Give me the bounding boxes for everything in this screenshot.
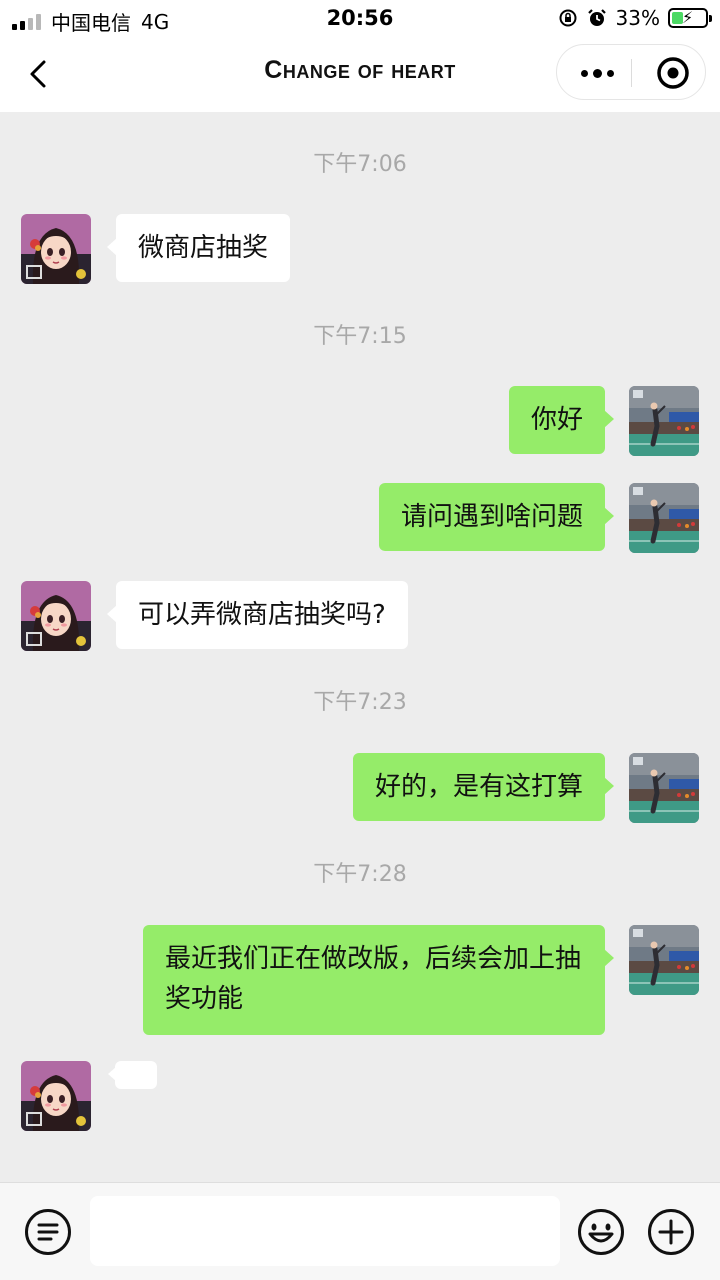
add-circle-icon[interactable] <box>647 1208 695 1256</box>
status-bar: 中国电信 4G 20:56 33% ⚡ <box>0 0 720 36</box>
nav-bar: Change of heart <box>0 36 720 112</box>
battery-level <box>672 12 683 24</box>
girl-avatar-icon <box>21 214 91 284</box>
message-bubble-incoming[interactable] <box>108 1061 157 1089</box>
girl-avatar-icon <box>21 581 91 651</box>
timestamp: 下午7:06 <box>313 152 407 177</box>
status-right: 33% ⚡ <box>558 6 712 30</box>
message-bubble-incoming[interactable]: 微商店抽奖 <box>106 214 291 282</box>
battery-percent: 33% <box>615 6 660 30</box>
alarm-icon <box>587 9 606 26</box>
contact-avatar[interactable] <box>21 1061 91 1131</box>
timestamp: 下午7:23 <box>313 690 407 715</box>
girl-avatar-icon <box>21 1061 91 1131</box>
message-bubble-outgoing[interactable]: 好的，是有这打算 <box>352 753 615 821</box>
self-avatar[interactable] <box>629 925 699 995</box>
rotation-lock-icon <box>559 9 577 27</box>
timestamp: 下午7:15 <box>313 324 407 349</box>
message-bubble-outgoing[interactable]: 你好 <box>508 386 615 454</box>
contact-avatar[interactable] <box>21 581 91 651</box>
badminton-photo-icon <box>629 386 699 456</box>
charging-bolt-icon: ⚡ <box>682 8 694 27</box>
self-avatar[interactable] <box>629 386 699 456</box>
mini-program-capsule <box>556 44 706 100</box>
emoji-icon[interactable] <box>577 1208 625 1256</box>
chat-area[interactable]: 下午7:06 微商店抽奖 下午7:15 你好 请问遇到啥问题 可以弄微商店抽奖吗… <box>0 112 720 1182</box>
input-bar <box>0 1182 720 1280</box>
capsule-divider <box>631 59 632 87</box>
badminton-photo-icon <box>629 753 699 823</box>
message-bubble-outgoing[interactable]: 请问遇到啥问题 <box>378 483 615 551</box>
more-dots-icon[interactable] <box>567 45 627 101</box>
target-close-icon[interactable] <box>655 55 691 91</box>
contact-avatar[interactable] <box>21 214 91 284</box>
badminton-photo-icon <box>629 483 699 553</box>
self-avatar[interactable] <box>629 753 699 823</box>
timestamp: 下午7:28 <box>313 862 407 887</box>
message-bubble-incoming[interactable]: 可以弄微商店抽奖吗? <box>107 581 408 649</box>
message-input[interactable] <box>90 1196 560 1266</box>
badminton-photo-icon <box>629 925 699 995</box>
self-avatar[interactable] <box>629 483 699 553</box>
battery-icon: ⚡ <box>668 8 712 28</box>
message-bubble-outgoing[interactable]: 最近我们正在做改版，后续会加上抽奖功能 <box>143 925 614 1035</box>
voice-icon[interactable] <box>24 1208 72 1256</box>
